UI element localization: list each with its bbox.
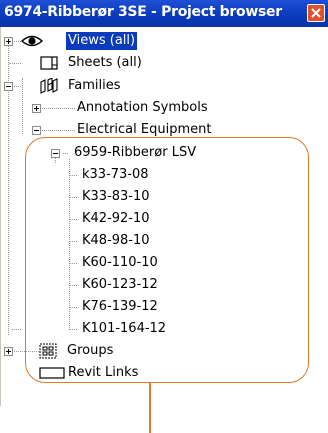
tree-label-type[interactable]: K48-98-10 xyxy=(82,232,150,250)
tree-label-sheets[interactable]: Sheets (all) xyxy=(68,54,142,72)
tree-node-type[interactable]: K42-92-10 xyxy=(1,210,328,228)
close-icon xyxy=(311,8,321,18)
families-icon xyxy=(40,78,58,94)
groups-icon xyxy=(39,343,57,359)
link-icon xyxy=(39,367,65,379)
sheet-icon xyxy=(40,56,58,70)
collapse-icon[interactable] xyxy=(51,149,60,158)
tree-label-type[interactable]: K60-123-12 xyxy=(82,276,158,294)
tree-label-families[interactable]: Families xyxy=(68,77,121,95)
tree-node-type[interactable]: K33-83-10 xyxy=(1,188,328,206)
tree-label-type[interactable]: K33-83-10 xyxy=(82,188,150,206)
tree-node-type[interactable]: K60-110-10 xyxy=(1,254,328,272)
tree-node-groups[interactable]: Groups xyxy=(1,342,328,360)
collapse-icon[interactable] xyxy=(32,126,41,135)
tree-node-electrical-equipment[interactable]: Electrical Equipment xyxy=(1,121,328,139)
tree-label-revit-links[interactable]: Revit Links xyxy=(68,364,138,382)
highlight-pointer xyxy=(149,383,151,433)
collapse-icon[interactable] xyxy=(4,82,13,91)
expand-icon[interactable] xyxy=(4,37,13,46)
project-tree[interactable]: Views (all) Sheets (all) Families Annota… xyxy=(1,27,328,406)
tree-node-sheets[interactable]: Sheets (all) xyxy=(1,54,328,72)
tree-node-annotation-symbols[interactable]: Annotation Symbols xyxy=(1,99,328,117)
window-title: 6974-Ribberør 3SE - Project browser xyxy=(4,4,282,20)
tree-node-families[interactable]: Families xyxy=(1,77,328,95)
tree-node-revit-links[interactable]: Revit Links xyxy=(1,364,328,382)
tree-label-annotation-symbols[interactable]: Annotation Symbols xyxy=(77,99,208,117)
tree-label-electrical-equipment[interactable]: Electrical Equipment xyxy=(77,121,211,139)
tree-node-type[interactable]: K60-123-12 xyxy=(1,276,328,294)
project-browser-panel: Views (all) Sheets (all) Families Annota… xyxy=(0,27,328,433)
tree-node-family[interactable]: 6959-Ribberør LSV xyxy=(1,144,328,162)
tree-label-type[interactable]: K42-92-10 xyxy=(82,210,150,228)
tree-node-views[interactable]: Views (all) xyxy=(1,32,328,50)
close-button[interactable] xyxy=(307,4,325,22)
tree-node-type[interactable]: k33-73-08 xyxy=(1,166,328,184)
tree-node-type[interactable]: K48-98-10 xyxy=(1,232,328,250)
tree-label-family[interactable]: 6959-Ribberør LSV xyxy=(74,144,196,162)
tree-node-type[interactable]: K76-139-12 xyxy=(1,298,328,316)
tree-label-type[interactable]: k33-73-08 xyxy=(82,166,149,184)
tree-label-type[interactable]: K60-110-10 xyxy=(82,254,158,272)
expand-icon[interactable] xyxy=(32,104,41,113)
expand-icon[interactable] xyxy=(4,347,13,356)
tree-label-type[interactable]: K101-164-12 xyxy=(82,320,166,338)
tree-node-type[interactable]: K101-164-12 xyxy=(1,320,328,338)
tree-label-type[interactable]: K76-139-12 xyxy=(82,298,158,316)
tree-label-views[interactable]: Views (all) xyxy=(66,32,138,50)
eye-icon xyxy=(21,35,43,47)
title-bar: 6974-Ribberør 3SE - Project browser xyxy=(0,0,328,27)
tree-label-groups[interactable]: Groups xyxy=(67,342,113,360)
